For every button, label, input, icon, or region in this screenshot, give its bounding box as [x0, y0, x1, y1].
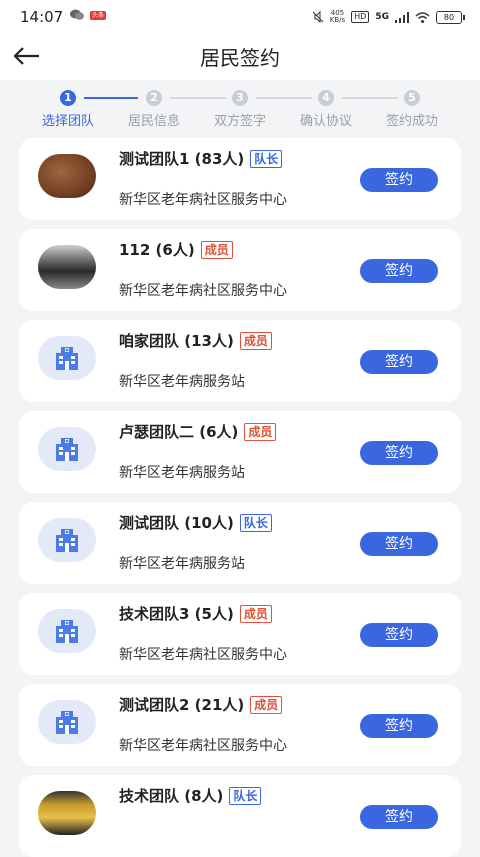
network-label: 5G — [375, 12, 389, 22]
role-tag: 队长 — [239, 513, 272, 532]
step-label: 双方签字 — [213, 114, 266, 129]
hd-icon: HD — [351, 11, 370, 23]
team-name-text: 测试团队 (10人) — [119, 514, 234, 532]
team-card[interactable]: 卢瑟团队二 (6人) 成员新华区老年病服务站 签约 — [19, 411, 461, 493]
signal-icon — [395, 11, 409, 23]
team-organization: 新华区老年病服务站 — [119, 374, 245, 390]
hospital-icon — [56, 529, 78, 552]
news-badge: 头条 — [90, 11, 106, 20]
team-avatar — [38, 518, 96, 562]
team-card[interactable]: 技术团队3 (5人) 成员新华区老年病社区服务中心 签约 — [19, 593, 461, 675]
role-tag: 成员 — [200, 240, 233, 259]
step-label: 确认协议 — [299, 114, 352, 129]
team-name-text: 测试团队2 (21人) — [119, 696, 245, 714]
team-name: 咱家团队 (13人) 成员 — [119, 330, 272, 351]
step-label: 居民信息 — [127, 114, 180, 129]
step-number: 3 — [232, 90, 248, 106]
team-card[interactable]: 技术团队 (8人) 队长签约 — [19, 775, 461, 857]
team-name: 技术团队 (8人) 队长 — [119, 785, 262, 806]
step-5: 5 签约成功 — [364, 90, 460, 129]
team-avatar — [38, 791, 96, 835]
team-card[interactable]: 咱家团队 (13人) 成员新华区老年病服务站 签约 — [19, 320, 461, 402]
team-card[interactable]: 112 (6人) 成员新华区老年病社区服务中心 签约 — [19, 229, 461, 311]
team-avatar — [38, 427, 96, 471]
team-name: 测试团队2 (21人) 成员 — [119, 694, 283, 715]
team-organization: 新华区老年病社区服务中心 — [119, 192, 287, 208]
status-time: 14:07 — [20, 8, 64, 26]
team-organization: 新华区老年病社区服务中心 — [119, 738, 287, 754]
sign-button[interactable]: 签约 — [360, 805, 438, 829]
team-name-text: 卢瑟团队二 (6人) — [119, 423, 239, 441]
team-organization: 新华区老年病社区服务中心 — [119, 647, 287, 663]
team-name-text: 技术团队 (8人) — [119, 787, 224, 805]
team-name: 测试团队 (10人) 队长 — [119, 512, 272, 533]
team-name-text: 咱家团队 (13人) — [119, 332, 234, 350]
role-tag: 成员 — [239, 331, 272, 350]
net-speed: 405 KB/s — [329, 9, 346, 24]
team-organization: 新华区老年病服务站 — [119, 465, 245, 481]
hospital-icon — [56, 711, 78, 734]
team-name-text: 测试团队1 (83人) — [119, 150, 245, 168]
status-bar: 14:07 头条 405 KB/s HD 5G 80 — [0, 0, 480, 34]
sign-button[interactable]: 签约 — [360, 441, 438, 465]
hospital-icon — [56, 620, 78, 643]
team-avatar — [38, 700, 96, 744]
team-name-text: 技术团队3 (5人) — [119, 605, 234, 623]
team-avatar — [38, 154, 96, 198]
team-card[interactable]: 测试团队1 (83人) 队长新华区老年病社区服务中心 签约 — [19, 138, 461, 220]
team-name: 技术团队3 (5人) 成员 — [119, 603, 272, 624]
team-name: 112 (6人) 成员 — [119, 239, 233, 260]
step-number: 4 — [318, 90, 334, 106]
sign-button[interactable]: 签约 — [360, 350, 438, 374]
role-tag: 成员 — [239, 604, 272, 623]
step-number: 2 — [146, 90, 162, 106]
wifi-icon — [415, 11, 430, 23]
mute-icon — [312, 11, 324, 23]
hospital-icon — [56, 347, 78, 370]
role-tag: 队长 — [250, 149, 283, 168]
role-tag: 成员 — [250, 695, 283, 714]
header: 居民签约 — [0, 34, 480, 80]
team-name-text: 112 (6人) — [119, 241, 195, 259]
team-avatar — [38, 245, 96, 289]
battery-icon: 80 — [436, 10, 465, 24]
sign-button[interactable]: 签约 — [360, 714, 438, 738]
step-2: 2 居民信息 — [106, 90, 202, 129]
team-avatar — [38, 336, 96, 380]
team-card[interactable]: 测试团队 (10人) 队长新华区老年病服务站 签约 — [19, 502, 461, 584]
step-4: 4 确认协议 — [278, 90, 374, 129]
wechat-icon — [70, 9, 84, 20]
step-1: 1 选择团队 — [20, 90, 116, 129]
sign-button[interactable]: 签约 — [360, 259, 438, 283]
step-3: 3 双方签字 — [192, 90, 288, 129]
step-label: 签约成功 — [385, 114, 438, 129]
role-tag: 队长 — [229, 786, 262, 805]
role-tag: 成员 — [244, 422, 277, 441]
sign-button[interactable]: 签约 — [360, 532, 438, 556]
sign-button[interactable]: 签约 — [360, 168, 438, 192]
team-organization: 新华区老年病社区服务中心 — [119, 283, 287, 299]
status-icons: 405 KB/s HD 5G 80 — [312, 7, 465, 27]
hospital-icon — [56, 438, 78, 461]
team-avatar — [38, 609, 96, 653]
step-label: 选择团队 — [41, 114, 94, 129]
team-name: 测试团队1 (83人) 队长 — [119, 148, 283, 169]
step-number: 5 — [404, 90, 420, 106]
team-card[interactable]: 测试团队2 (21人) 成员新华区老年病社区服务中心 签约 — [19, 684, 461, 766]
team-name: 卢瑟团队二 (6人) 成员 — [119, 421, 277, 442]
sign-button[interactable]: 签约 — [360, 623, 438, 647]
team-organization: 新华区老年病服务站 — [119, 556, 245, 572]
step-number: 1 — [60, 90, 76, 106]
page-title: 居民签约 — [200, 46, 280, 70]
